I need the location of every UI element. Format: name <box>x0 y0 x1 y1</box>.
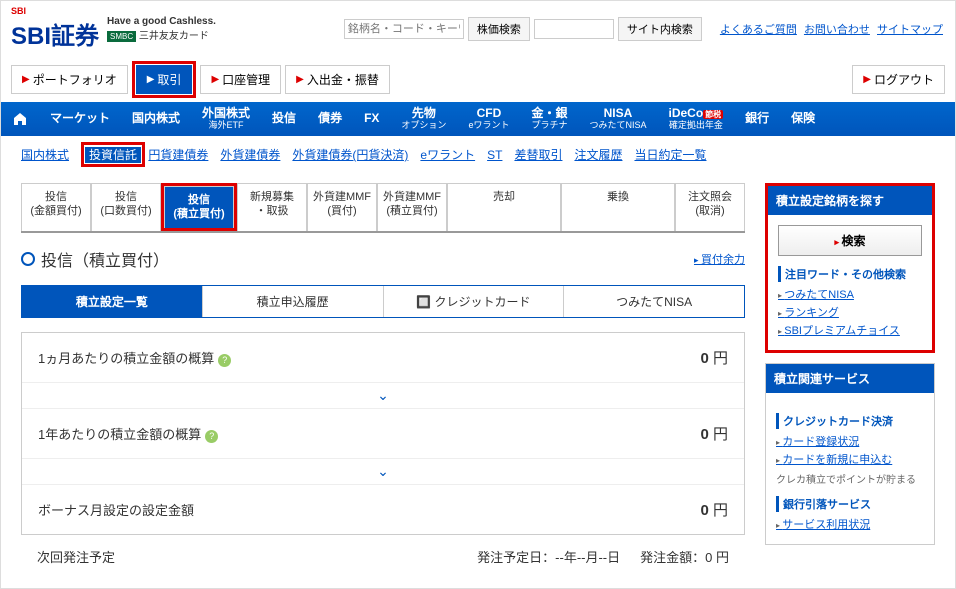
tab-投信(金額買付)[interactable]: 投信(金額買付) <box>21 183 91 231</box>
subnav-注文履歴[interactable]: 注文履歴 <box>574 148 622 162</box>
tab-乗換[interactable]: 乗換 <box>561 183 675 231</box>
side-search-head: 積立設定銘柄を探す <box>768 186 932 215</box>
title-icon <box>21 252 35 266</box>
buying-power-link[interactable]: 買付余力 <box>694 251 745 267</box>
smbc-badge: SMBC <box>107 31 136 42</box>
stock-search-input[interactable] <box>344 19 464 39</box>
nav-外国株式[interactable]: 外国株式海外ETF <box>191 102 261 136</box>
bank-debit-subhead: 銀行引落サービス <box>776 496 924 512</box>
inner-tab-クレジットカード[interactable]: 🔲 クレジットカード <box>384 286 565 317</box>
card-status-link[interactable]: カード登録状況 <box>776 433 924 449</box>
trade-button[interactable]: ▶取引 <box>136 65 193 94</box>
tab-新規募集・取扱[interactable]: 新規募集・取扱 <box>237 183 307 231</box>
subnav-eワラント[interactable]: eワラント <box>420 148 475 162</box>
cashless-tagline: Have a good Cashless. <box>107 16 216 27</box>
home-nav[interactable] <box>1 102 39 136</box>
next-label: 次回発注予定 <box>37 547 115 566</box>
summary-box: 1ヵ月あたりの積立金額の概算? 0 円 ⌄ 1年あたりの積立金額の概算? 0 円… <box>21 332 745 535</box>
side-search-subhead: 注目ワード・その他検索 <box>778 266 922 282</box>
chevron-down-icon[interactable]: ⌄ <box>377 387 389 404</box>
subnav-投資信託[interactable]: 投資信託 <box>85 147 141 163</box>
smbc-text: 三井友友カード <box>139 31 209 42</box>
portfolio-button[interactable]: ▶ポートフォリオ <box>11 65 128 94</box>
account-button[interactable]: ▶口座管理 <box>200 65 281 94</box>
tab-外貨建MMF(買付)[interactable]: 外貨建MMF(買付) <box>307 183 377 231</box>
nav-債券[interactable]: 債券 <box>307 102 353 136</box>
help-icon[interactable]: ? <box>205 430 218 443</box>
next-date: --年--月--日 <box>555 550 620 565</box>
nav-銀行[interactable]: 銀行 <box>734 102 780 136</box>
subnav-当日約定一覧[interactable]: 当日約定一覧 <box>634 148 706 162</box>
sub-nav: 国内株式 投資信託 円貨建債券外貨建債券外貨建債券(円貨決済) eワラント ST 差替取… <box>1 136 955 173</box>
side-service-head: 積立関連サービス <box>766 364 934 393</box>
site-search-input[interactable] <box>534 19 614 39</box>
service-status-link[interactable]: サービス利用状況 <box>776 516 924 532</box>
product-tabs: 投信(金額買付)投信(口数買付)投信(積立買付)新規募集・取扱外貨建MMF(買付… <box>21 183 745 233</box>
nav-国内株式[interactable]: 国内株式 <box>121 102 191 136</box>
side-link-nisa[interactable]: つみたてNISA <box>778 286 922 302</box>
credit-card-subhead: クレジットカード決済 <box>776 413 924 429</box>
nav-マーケット[interactable]: マーケット <box>39 102 121 136</box>
tab-投信(積立買付)[interactable]: 投信(積立買付) <box>164 186 234 228</box>
subnav-外貨建債券(円貨決済)[interactable]: 外貨建債券(円貨決済) <box>292 148 408 162</box>
subnav-外貨建債券[interactable]: 外貨建債券 <box>220 148 280 162</box>
subnav-ST[interactable]: ST <box>487 148 502 162</box>
stock-search-button[interactable]: 株価検索 <box>468 17 530 41</box>
logo-main: SBI証券 <box>11 23 99 50</box>
side-search-button[interactable]: 検索 <box>778 225 922 256</box>
home-icon <box>12 111 28 127</box>
yearly-value: 0 <box>700 426 708 443</box>
help-icon[interactable]: ? <box>218 354 231 367</box>
arrow-icon: ▶ <box>147 74 155 85</box>
nav-先物[interactable]: 先物オプション <box>390 102 457 136</box>
bonus-label: ボーナス月設定の設定金額 <box>38 500 700 519</box>
inner-tab-つみたてNISA[interactable]: つみたてNISA <box>564 286 744 317</box>
inner-tabs: 積立設定一覧積立申込履歴🔲 クレジットカードつみたてNISA <box>21 285 745 318</box>
nav-投信[interactable]: 投信 <box>261 102 307 136</box>
contact-link[interactable]: お問い合わせ <box>804 24 870 36</box>
page-title: 投信（積立買付） <box>41 247 169 271</box>
arrow-icon: ▶ <box>296 74 304 85</box>
card-apply-link[interactable]: カードを新規に申込む <box>776 451 924 467</box>
next-amount: 0 円 <box>705 550 729 565</box>
faq-link[interactable]: よくあるご質問 <box>720 24 797 36</box>
side-search-box: 積立設定銘柄を探す 検索 注目ワード・その他検索 つみたてNISA ランキング … <box>765 183 935 353</box>
subnav-円貨建債券[interactable]: 円貨建債券 <box>148 148 208 162</box>
main-nav: マーケット国内株式外国株式海外ETF投信債券FX先物オプションCFDeワラント金… <box>1 102 955 136</box>
tab-投信(口数買付)[interactable]: 投信(口数買付) <box>91 183 161 231</box>
nav-iDeCo[interactable]: iDeCo節税確定拠出年金 <box>657 102 734 136</box>
side-link-premium[interactable]: SBIプレミアムチョイス <box>778 322 922 338</box>
arrow-icon: ▶ <box>22 74 30 85</box>
subnav-差替取引[interactable]: 差替取引 <box>514 148 562 162</box>
tab-注文照会(取消)[interactable]: 注文照会(取消) <box>675 183 745 231</box>
tab-売却[interactable]: 売却 <box>447 183 561 231</box>
tab-外貨建MMF(積立買付)[interactable]: 外貨建MMF(積立買付) <box>377 183 447 231</box>
arrow-icon: ▶ <box>211 74 219 85</box>
next-order-row: 次回発注予定 発注予定日：--年--月--日 発注金額：0 円 <box>21 535 745 578</box>
bonus-value: 0 <box>700 502 708 519</box>
side-link-ranking[interactable]: ランキング <box>778 304 922 320</box>
arrow-icon: ▶ <box>863 74 871 85</box>
site-search-button[interactable]: サイト内検索 <box>618 17 702 41</box>
logout-button[interactable]: ▶ログアウト <box>852 65 945 94</box>
nav-CFD[interactable]: CFDeワラント <box>457 102 520 136</box>
inner-tab-積立設定一覧[interactable]: 積立設定一覧 <box>22 286 203 317</box>
nav-FX[interactable]: FX <box>353 102 390 136</box>
monthly-label: 1ヵ月あたりの積立金額の概算 <box>38 351 214 366</box>
credit-note: クレカ積立でポイントが貯まる <box>776 471 924 486</box>
yearly-label: 1年あたりの積立金額の概算 <box>38 427 201 442</box>
subnav-国内株式[interactable]: 国内株式 <box>21 148 69 162</box>
inner-tab-積立申込履歴[interactable]: 積立申込履歴 <box>203 286 384 317</box>
logo-small: SBI <box>11 7 99 16</box>
monthly-value: 0 <box>700 350 708 367</box>
side-service-box: 積立関連サービス クレジットカード決済 カード登録状況 カードを新規に申込む ク… <box>765 363 935 545</box>
chevron-down-icon[interactable]: ⌄ <box>377 463 389 480</box>
nav-金・銀[interactable]: 金・銀プラチナ <box>520 102 578 136</box>
sitemap-link[interactable]: サイトマップ <box>877 24 943 36</box>
nav-NISA[interactable]: NISAつみたてNISA <box>578 102 657 136</box>
deposit-button[interactable]: ▶入出金・振替 <box>285 65 390 94</box>
nav-保険[interactable]: 保険 <box>780 102 826 136</box>
top-links: よくあるご質問 お問い合わせ サイトマップ <box>718 21 945 37</box>
logo[interactable]: SBI SBI証券 Have a good Cashless. SMBC 三井友友… <box>11 7 216 51</box>
